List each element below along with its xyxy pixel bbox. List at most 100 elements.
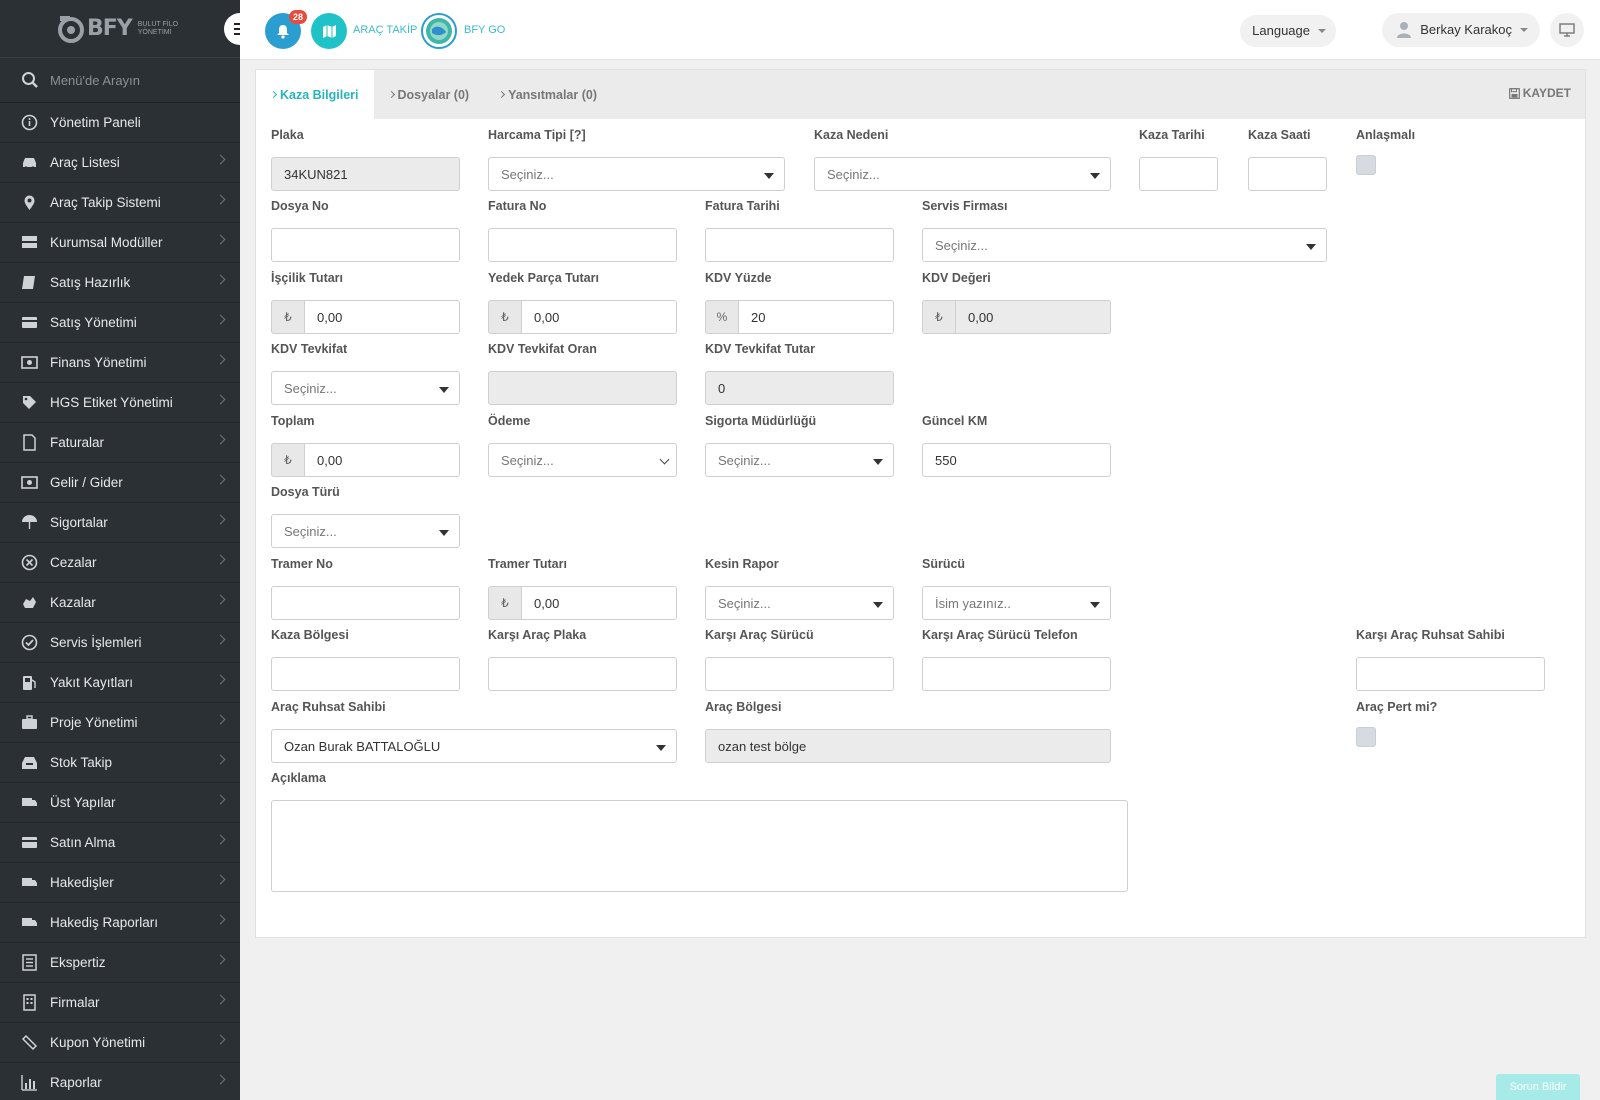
- kdv-tevkifat-value: Seçiniz...: [284, 380, 337, 396]
- kaza-bolgesi-input[interactable]: [271, 657, 460, 691]
- anlasmali-checkbox[interactable]: [1356, 155, 1376, 175]
- sidebar-item-faturalar[interactable]: Faturalar: [0, 423, 240, 463]
- sidebar-item-yakıt-kayıtları[interactable]: Yakıt Kayıtları: [0, 663, 240, 703]
- sidebar-item-satış-yönetimi[interactable]: Satış Yönetimi: [0, 303, 240, 343]
- fatura-tarihi-input[interactable]: [705, 228, 894, 262]
- sidebar-item-araç-takip-sistemi[interactable]: Araç Takip Sistemi: [0, 183, 240, 223]
- save-button[interactable]: KAYDET: [1508, 86, 1571, 100]
- sigorta-mudurlugu-value: Seçiniz...: [718, 452, 771, 468]
- caret-down-icon: [439, 530, 449, 536]
- sidebar-item-araç-listesi[interactable]: Araç Listesi: [0, 143, 240, 183]
- dosya-no-input[interactable]: [271, 228, 460, 262]
- sidebar-item-finans-yönetimi[interactable]: Finans Yönetimi: [0, 343, 240, 383]
- chevron-right-icon: [215, 1034, 226, 1045]
- truck-icon: [20, 794, 38, 812]
- kaza-nedeni-select[interactable]: Seçiniz...: [814, 157, 1111, 191]
- arac-ruhsat-sahibi-select[interactable]: Ozan Burak BATTALOĞLU: [271, 729, 677, 763]
- chevron-right-icon: [215, 314, 226, 325]
- toplam-label: Toplam: [271, 414, 315, 428]
- aciklama-textarea[interactable]: [271, 800, 1128, 892]
- hamburger-menu-button[interactable]: [224, 13, 240, 45]
- karsi-arac-surucu-telefon-input[interactable]: [922, 657, 1111, 691]
- dosya-turu-select[interactable]: Seçiniz...: [271, 514, 460, 548]
- bfy-go-button[interactable]: [421, 13, 457, 49]
- tab-dosyalar[interactable]: Dosyalar (0): [374, 70, 485, 119]
- arac-takip-link[interactable]: ARAÇ TAKİP: [353, 24, 417, 36]
- caret-down-icon: [873, 602, 883, 608]
- sidebar-item-proje-yönetimi[interactable]: Proje Yönetimi: [0, 703, 240, 743]
- sidebar-item-yönetim-paneli[interactable]: Yönetim Paneli: [0, 103, 240, 143]
- toplam-input[interactable]: 0,00: [304, 443, 460, 477]
- tab-yansitmalar[interactable]: Yansıtmalar (0): [484, 70, 612, 119]
- bfy-go-link[interactable]: BFY GO: [464, 24, 505, 36]
- sidebar-item-kupon-yönetimi[interactable]: Kupon Yönetimi: [0, 1023, 240, 1063]
- search-icon: [22, 72, 38, 88]
- sidebar-item-üst-yapılar[interactable]: Üst Yapılar: [0, 783, 240, 823]
- kaza-tarihi-input[interactable]: [1139, 157, 1218, 191]
- report-issue-button[interactable]: Sorun Bildir: [1496, 1074, 1580, 1100]
- sidebar-item-sigortalar[interactable]: Sigortalar: [0, 503, 240, 543]
- kdv-tevkifat-select[interactable]: Seçiniz...: [271, 371, 460, 405]
- topbar: 28 ARAÇ TAKİP BFY GO Language Berkay Kar…: [240, 0, 1600, 60]
- sidebar-item-kazalar[interactable]: Kazalar: [0, 583, 240, 623]
- kesin-rapor-select[interactable]: Seçiniz...: [705, 586, 894, 620]
- tramer-no-label: Tramer No: [271, 557, 333, 571]
- sidebar-item-label: Kupon Yönetimi: [50, 1035, 146, 1050]
- sidebar-item-label: Cezalar: [50, 555, 97, 570]
- arac-takip-button[interactable]: [311, 13, 347, 49]
- karsi-arac-ruhsat-sahibi-input[interactable]: [1356, 657, 1545, 691]
- sidebar-item-firmalar[interactable]: Firmalar: [0, 983, 240, 1023]
- arac-bolgesi-label: Araç Bölgesi: [705, 700, 782, 714]
- yedek-parca-tutari-input[interactable]: 0,00: [521, 300, 677, 334]
- brand-logo[interactable]: BFY BULUT FİLO YÖNETİMİ: [58, 14, 178, 44]
- sidebar-item-servis-i-şlemleri[interactable]: Servis İşlemleri: [0, 623, 240, 663]
- harcama-tipi-select[interactable]: Seçiniz...: [488, 157, 785, 191]
- fuel-icon: [20, 674, 38, 692]
- guncel-km-input[interactable]: 550: [922, 443, 1111, 477]
- tramer-tutari-input[interactable]: 0,00: [521, 586, 677, 620]
- sidebar-item-satın-alma[interactable]: Satın Alma: [0, 823, 240, 863]
- sidebar-item-ekspertiz[interactable]: Ekspertiz: [0, 943, 240, 983]
- karsi-arac-surucu-input[interactable]: [705, 657, 894, 691]
- sigorta-mudurlugu-select[interactable]: Seçiniz...: [705, 443, 894, 477]
- guncel-km-value: 550: [935, 452, 957, 468]
- language-dropdown[interactable]: Language: [1240, 15, 1336, 47]
- kdv-tevkifat-oran-input: [488, 371, 677, 405]
- crash-icon: [20, 594, 38, 612]
- caret-down-icon: [656, 745, 666, 751]
- kdv-yuzde-input[interactable]: 20: [738, 300, 894, 334]
- arac-pert-mi-checkbox[interactable]: [1356, 727, 1376, 747]
- surucu-select[interactable]: İsim yazınız..: [922, 586, 1111, 620]
- chevron-right-icon: [215, 954, 226, 965]
- notification-badge: 28: [288, 10, 307, 24]
- sidebar-item-label: Yakıt Kayıtları: [50, 675, 134, 690]
- iscilik-tutari-input[interactable]: 0,00: [304, 300, 460, 334]
- sidebar-item-label: Firmalar: [50, 995, 100, 1010]
- karsi-arac-plaka-input[interactable]: [488, 657, 677, 691]
- sidebar-item-satış-hazırlık[interactable]: Satış Hazırlık: [0, 263, 240, 303]
- sidebar-item-hakedişler[interactable]: Hakedişler: [0, 863, 240, 903]
- chevron-right-icon: [215, 994, 226, 1005]
- notifications-button[interactable]: 28: [265, 10, 307, 49]
- sidebar-item-hakediş-raporları[interactable]: Hakediş Raporları: [0, 903, 240, 943]
- fullscreen-button[interactable]: [1550, 13, 1584, 47]
- fatura-no-input[interactable]: [488, 228, 677, 262]
- sidebar-item-cezalar[interactable]: Cezalar: [0, 543, 240, 583]
- chevron-right-icon: [215, 394, 226, 405]
- sidebar-item-stok-takip[interactable]: Stok Takip: [0, 743, 240, 783]
- user-menu[interactable]: Berkay Karakoç: [1382, 13, 1540, 47]
- tab-kaza-bilgileri[interactable]: Kaza Bilgileri: [256, 70, 374, 119]
- odeme-label: Ödeme: [488, 414, 531, 428]
- sidebar-item-label: Hakedişler: [50, 875, 114, 890]
- sidebar-item-kurumsal-modüller[interactable]: Kurumsal Modüller: [0, 223, 240, 263]
- kaza-saati-input[interactable]: [1248, 157, 1327, 191]
- sidebar-item-raporlar[interactable]: Raporlar: [0, 1063, 240, 1100]
- car-icon: [20, 154, 38, 172]
- tramer-no-input[interactable]: [271, 586, 460, 620]
- dosya-no-label: Dosya No: [271, 199, 329, 213]
- sidebar-item-gelir-gider[interactable]: Gelir / Gider: [0, 463, 240, 503]
- sidebar-item-hgs-etiket-yönetimi[interactable]: HGS Etiket Yönetimi: [0, 383, 240, 423]
- servis-firmasi-select[interactable]: Seçiniz...: [922, 228, 1327, 262]
- menu-search[interactable]: Menü'de Arayın: [0, 58, 240, 103]
- odeme-select[interactable]: Seçiniz...: [488, 443, 677, 477]
